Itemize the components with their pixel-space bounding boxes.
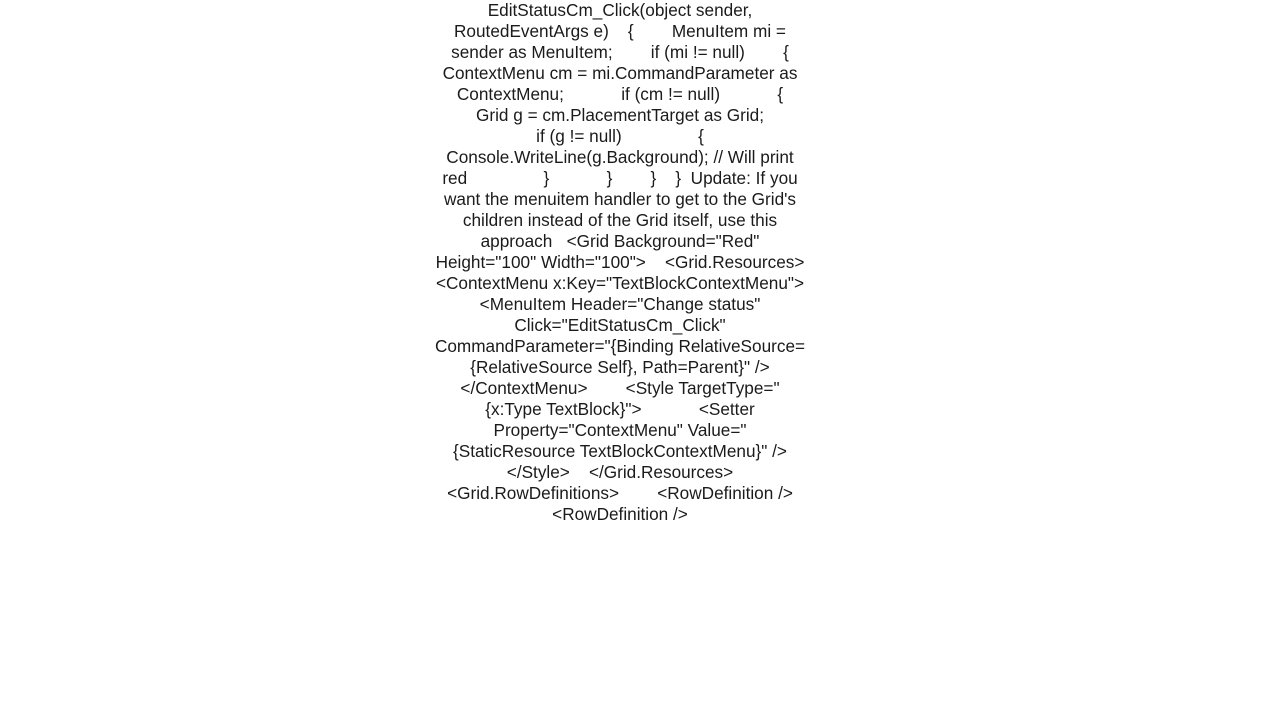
- wpf-contextmenu-answer-text: is g it is private void EditStatusCm_Cli…: [434, 0, 806, 524]
- page-viewport: is g it is private void EditStatusCm_Cli…: [0, 0, 1280, 720]
